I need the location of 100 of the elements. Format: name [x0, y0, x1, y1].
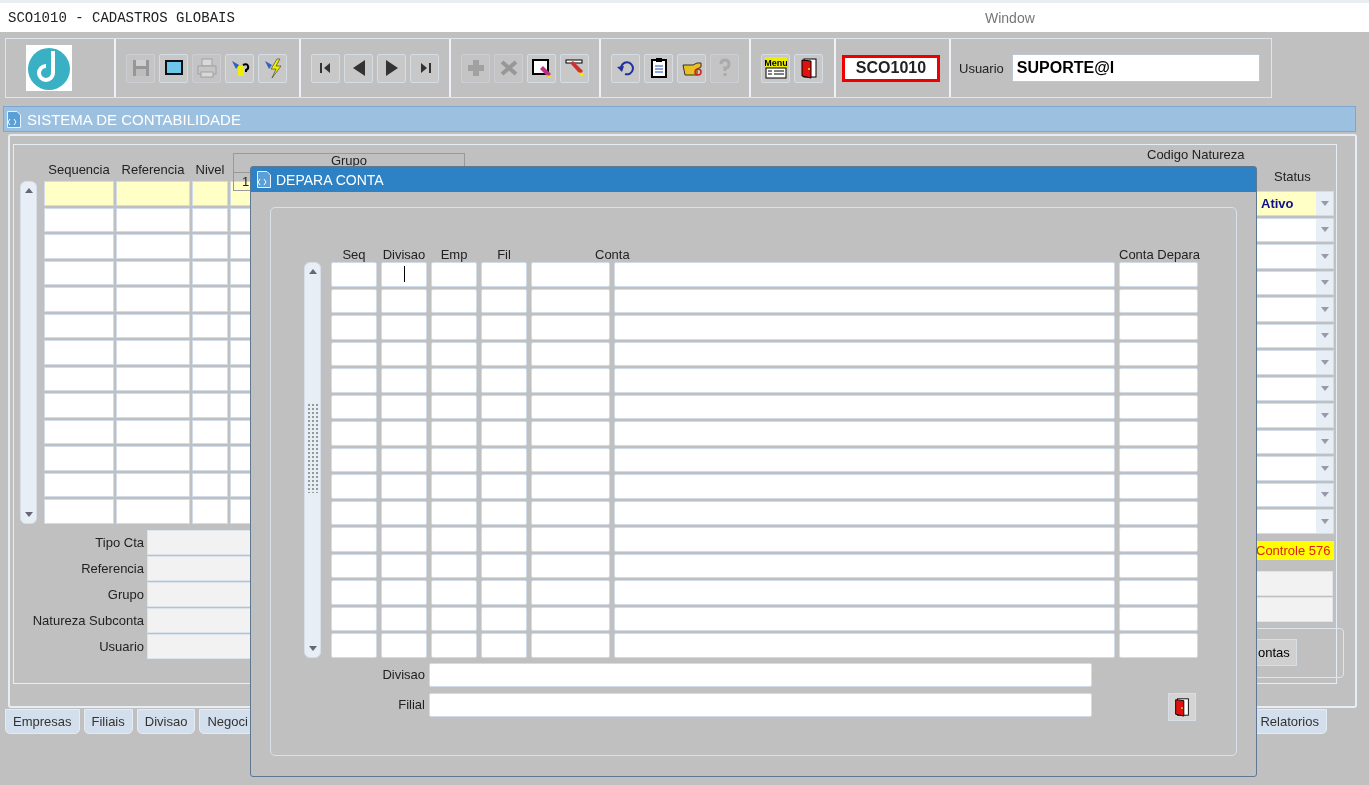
input-field[interactable] [531, 341, 610, 366]
input-field[interactable] [192, 260, 228, 285]
input-field[interactable] [614, 580, 1115, 605]
input-field[interactable] [481, 606, 527, 631]
input-field[interactable] [192, 446, 228, 471]
status-dropdown[interactable] [1254, 376, 1334, 401]
input-field[interactable] [116, 366, 190, 391]
input-field[interactable] [381, 527, 427, 552]
input-field[interactable] [1119, 527, 1198, 552]
input-field[interactable] [481, 500, 527, 525]
input-field[interactable] [147, 581, 253, 607]
input-field[interactable] [1119, 474, 1198, 499]
input-field[interactable] [431, 447, 477, 472]
input-field[interactable] [431, 527, 477, 552]
input-field[interactable] [431, 633, 477, 658]
input-field[interactable] [331, 368, 377, 393]
input-field[interactable] [192, 499, 228, 524]
input-field[interactable] [1119, 553, 1198, 578]
input-field[interactable] [531, 553, 610, 578]
input-field[interactable] [192, 181, 228, 206]
input-field[interactable] [116, 446, 190, 471]
input-field[interactable] [531, 262, 610, 287]
input-field[interactable] [1119, 394, 1198, 419]
input-field[interactable] [481, 633, 527, 658]
input-field[interactable] [1119, 633, 1198, 658]
input-field[interactable] [116, 260, 190, 285]
input-field[interactable] [1119, 368, 1198, 393]
input-field[interactable] [481, 315, 527, 340]
input-field[interactable] [614, 500, 1115, 525]
input-field[interactable] [116, 393, 190, 418]
input-field[interactable] [531, 447, 610, 472]
input-field[interactable] [381, 262, 427, 287]
status-dropdown[interactable] [1254, 244, 1334, 269]
input-field[interactable] [44, 234, 114, 259]
lightning-button[interactable] [258, 53, 287, 83]
input-field[interactable] [331, 341, 377, 366]
input-field[interactable] [381, 341, 427, 366]
window-pencil-button[interactable] [527, 53, 556, 83]
input-field[interactable] [1119, 421, 1198, 446]
next-record-button[interactable] [377, 53, 406, 83]
input-field[interactable] [381, 288, 427, 313]
input-field[interactable] [481, 580, 527, 605]
input-field[interactable] [44, 207, 114, 232]
exit-door-button[interactable] [794, 53, 823, 83]
input-field[interactable] [230, 340, 251, 365]
input-field[interactable] [1119, 341, 1198, 366]
input-field[interactable] [531, 580, 610, 605]
input-field[interactable] [44, 260, 114, 285]
first-record-button[interactable] [311, 53, 340, 83]
input-field[interactable] [230, 260, 251, 285]
scrollbar[interactable] [20, 181, 37, 524]
input-field[interactable] [331, 606, 377, 631]
scrollbar[interactable] [304, 262, 321, 658]
status-dropdown[interactable] [1254, 270, 1334, 295]
input-field[interactable] [331, 421, 377, 446]
input-field[interactable] [431, 553, 477, 578]
window-button[interactable] [159, 53, 188, 83]
eraser-pencil-button[interactable] [560, 53, 589, 83]
input-field[interactable] [331, 288, 377, 313]
input-field[interactable] [531, 421, 610, 446]
input-field[interactable] [614, 288, 1115, 313]
status-dropdown[interactable]: Ativo [1254, 191, 1334, 216]
input-field[interactable] [614, 341, 1115, 366]
input-field[interactable] [116, 234, 190, 259]
input-field[interactable] [481, 474, 527, 499]
input-field[interactable] [431, 341, 477, 366]
input-field[interactable] [431, 474, 477, 499]
input-field[interactable] [481, 421, 527, 446]
input-field[interactable] [531, 394, 610, 419]
input-field[interactable] [1254, 570, 1333, 596]
status-dropdown[interactable] [1254, 297, 1334, 322]
input-field[interactable] [531, 288, 610, 313]
input-field[interactable] [431, 288, 477, 313]
input-field[interactable] [429, 662, 1092, 687]
input-field[interactable] [116, 287, 190, 312]
input-field[interactable] [44, 313, 114, 338]
input-field[interactable] [381, 394, 427, 419]
input-field[interactable] [431, 262, 477, 287]
input-field[interactable] [44, 499, 114, 524]
input-field[interactable] [331, 527, 377, 552]
input-field[interactable] [481, 447, 527, 472]
input-field[interactable] [116, 419, 190, 444]
input-field[interactable] [44, 419, 114, 444]
input-field[interactable] [331, 474, 377, 499]
input-field[interactable] [531, 500, 610, 525]
input-field[interactable] [192, 287, 228, 312]
input-field[interactable] [331, 315, 377, 340]
input-field[interactable] [116, 340, 190, 365]
input-field[interactable] [230, 366, 251, 391]
input-field[interactable] [481, 527, 527, 552]
input-field[interactable] [1119, 606, 1198, 631]
input-field[interactable] [192, 313, 228, 338]
input-field[interactable] [1119, 500, 1198, 525]
input-field[interactable] [116, 207, 190, 232]
status-dropdown[interactable] [1254, 323, 1334, 348]
input-field[interactable] [116, 499, 190, 524]
input-field[interactable] [431, 606, 477, 631]
input-field[interactable] [331, 580, 377, 605]
input-field[interactable] [116, 472, 190, 497]
input-field[interactable] [614, 394, 1115, 419]
